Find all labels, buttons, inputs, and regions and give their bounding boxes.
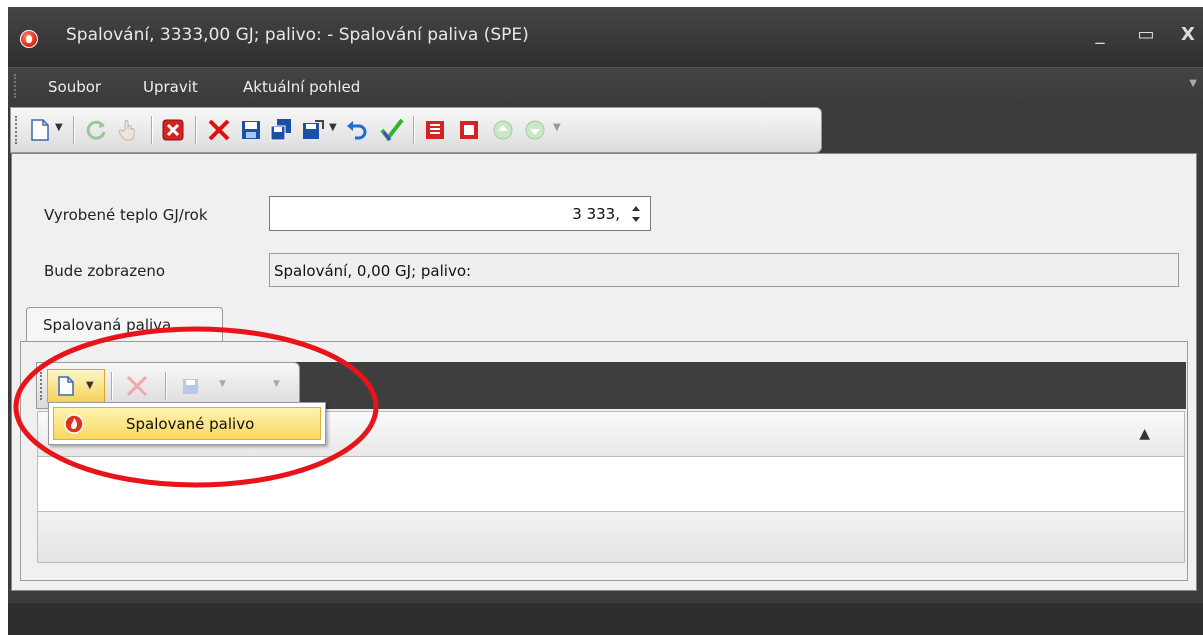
hand-icon[interactable] bbox=[117, 118, 141, 142]
menu-aktualni-pohled[interactable]: Aktuální pohled bbox=[243, 78, 360, 96]
dropdown-arrow-icon[interactable]: ▼ bbox=[329, 122, 337, 146]
toolbar-separator bbox=[165, 372, 167, 400]
display-value: Spalování, 0,00 GJ; palivo: bbox=[274, 262, 472, 280]
down-icon[interactable] bbox=[523, 118, 547, 142]
toolbar-separator bbox=[151, 116, 153, 144]
new-document-icon[interactable] bbox=[29, 118, 51, 142]
menu-upravit[interactable]: Upravit bbox=[143, 78, 198, 96]
menu-soubor[interactable]: Soubor bbox=[48, 78, 101, 96]
dropdown-item-label: Spalované palivo bbox=[126, 415, 255, 433]
grip-icon[interactable] bbox=[14, 74, 18, 98]
refresh-icon[interactable] bbox=[85, 118, 109, 142]
toolbar-separator bbox=[413, 116, 415, 144]
toolbar-separator bbox=[195, 116, 197, 144]
delete-icon[interactable] bbox=[207, 118, 231, 142]
heat-label: Vyrobené teplo GJ/rok bbox=[44, 206, 208, 224]
tab-label: Spalovaná paliva bbox=[43, 316, 172, 334]
spinner-icon[interactable] bbox=[630, 203, 642, 225]
grip-icon[interactable] bbox=[40, 372, 44, 400]
new-record-dropdown: Spalované palivo bbox=[48, 402, 326, 445]
dropdown-item-spalovane-palivo[interactable]: Spalované palivo bbox=[53, 407, 321, 440]
close-button[interactable]: X bbox=[1174, 21, 1202, 49]
report-icon[interactable] bbox=[423, 118, 447, 142]
dropdown-arrow-icon[interactable]: ▼ bbox=[219, 379, 226, 389]
up-icon[interactable] bbox=[491, 118, 515, 142]
title-bar[interactable]: Spalování, 3333,00 GJ; palivo: - Spalová… bbox=[8, 7, 1203, 67]
more-icon[interactable]: ▼ bbox=[553, 122, 561, 146]
form-area: Vyrobené teplo GJ/rok 3 333, Bude zobraz… bbox=[11, 153, 1197, 591]
undo-icon[interactable] bbox=[345, 118, 369, 142]
main-toolbar: ▼ ▼ ▼ bbox=[10, 107, 822, 153]
minimize-button[interactable]: _ bbox=[1086, 21, 1114, 49]
heat-input[interactable]: 3 333, bbox=[269, 196, 651, 231]
save-as-icon[interactable] bbox=[301, 118, 325, 142]
toolbar-separator bbox=[111, 372, 113, 400]
menu-bar: Soubor Upravit Aktuální pohled ▼ bbox=[8, 67, 1203, 104]
grip-icon[interactable] bbox=[15, 116, 19, 144]
sort-ascending-icon[interactable]: ▲ bbox=[1139, 426, 1150, 442]
heat-value: 3 333, bbox=[572, 205, 620, 223]
save-icon[interactable] bbox=[239, 118, 263, 142]
dropdown-arrow-icon[interactable]: ▼ bbox=[55, 122, 63, 146]
delete-icon[interactable] bbox=[125, 374, 151, 398]
window-title: Spalování, 3333,00 GJ; palivo: - Spalová… bbox=[66, 25, 529, 45]
grid-body[interactable] bbox=[37, 457, 1185, 511]
print-icon[interactable] bbox=[457, 118, 481, 142]
display-field: Spalování, 0,00 GJ; palivo: bbox=[269, 253, 1179, 287]
display-label: Bude zobrazeno bbox=[44, 262, 166, 280]
grid-footer bbox=[37, 511, 1185, 563]
cancel-icon[interactable] bbox=[161, 118, 185, 142]
maximize-button[interactable]: ▭ bbox=[1132, 21, 1160, 49]
dropdown-arrow-icon: ▼ bbox=[86, 380, 94, 391]
toolbar-separator bbox=[73, 116, 75, 144]
status-bar bbox=[8, 603, 1203, 635]
check-icon[interactable] bbox=[379, 118, 405, 142]
fire-app-icon bbox=[20, 30, 38, 48]
more-icon[interactable]: ▼ bbox=[273, 379, 280, 389]
save-as-icon[interactable] bbox=[181, 374, 203, 398]
menu-overflow-icon[interactable]: ▼ bbox=[1189, 78, 1197, 89]
save-all-icon[interactable] bbox=[269, 118, 293, 142]
tab-spalovana-paliva[interactable]: Spalovaná paliva bbox=[26, 307, 223, 342]
app-window: Spalování, 3333,00 GJ; palivo: - Spalová… bbox=[8, 7, 1203, 635]
new-document-icon bbox=[58, 376, 74, 396]
fire-icon bbox=[64, 414, 84, 434]
new-record-button[interactable]: ▼ bbox=[47, 369, 105, 403]
